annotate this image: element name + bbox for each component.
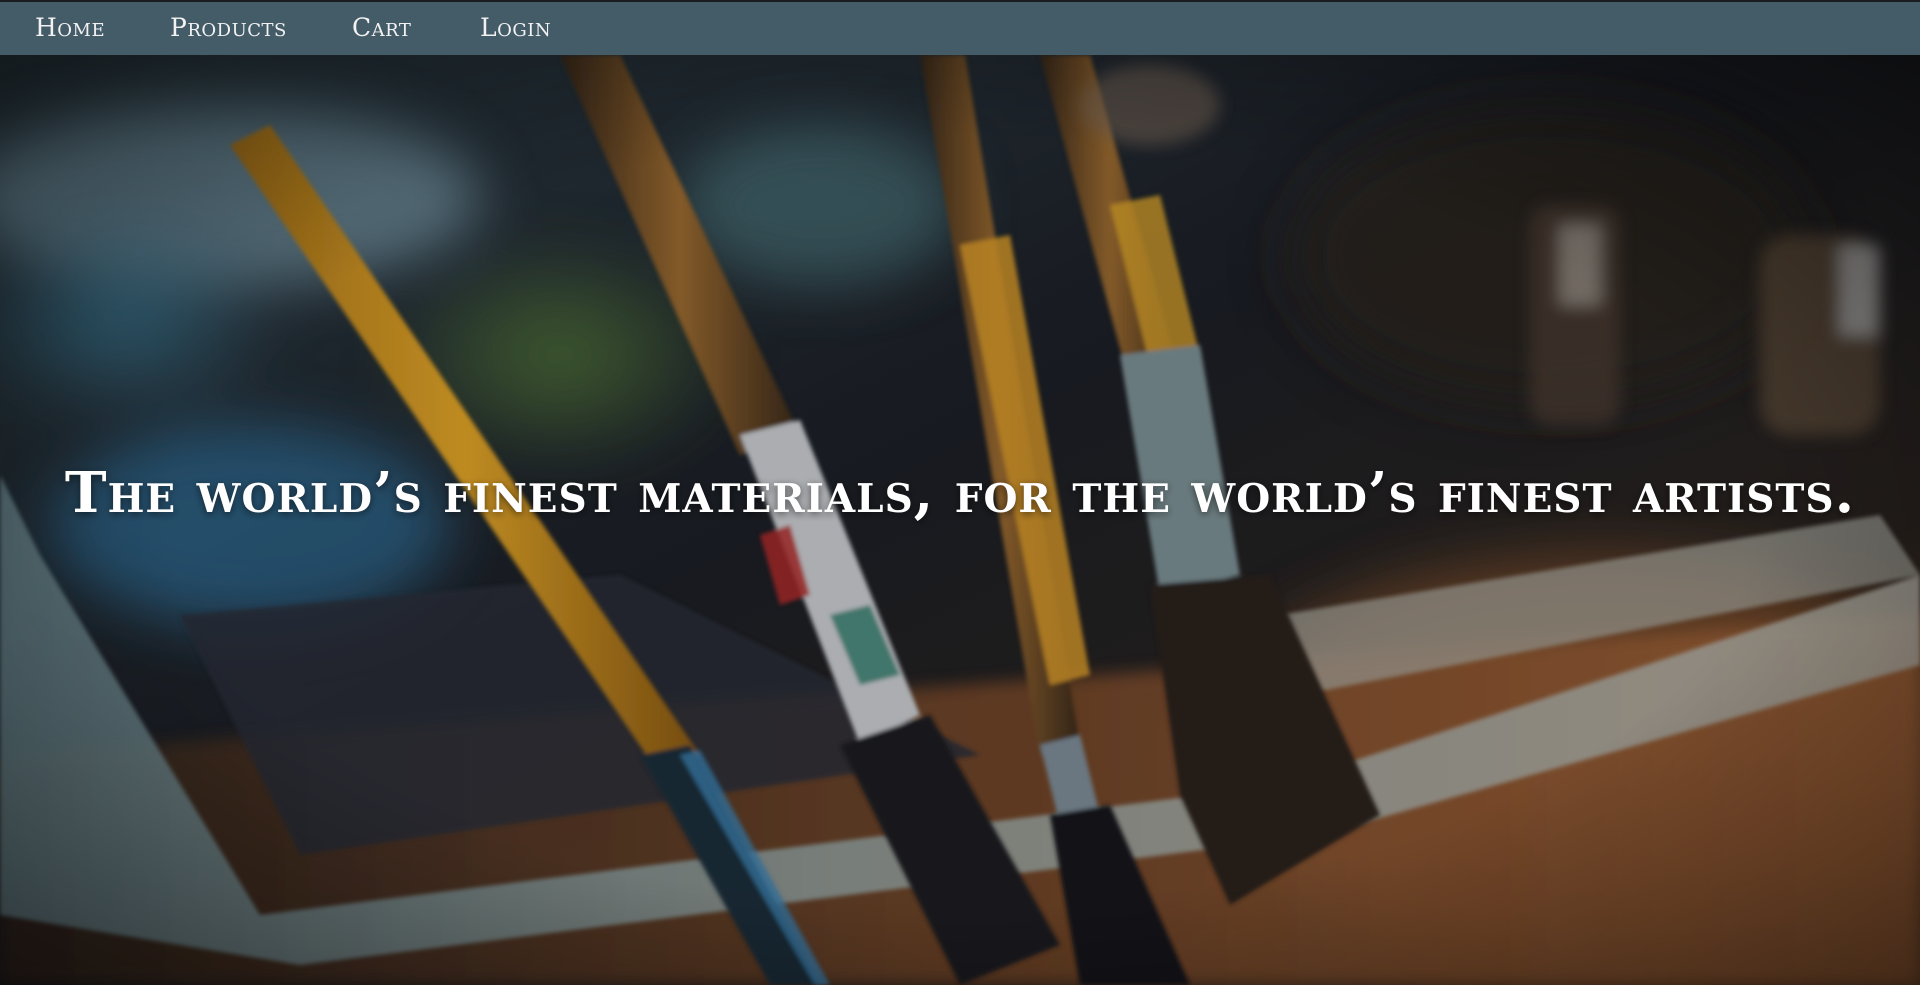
nav-link-home[interactable]: Home [35, 13, 105, 42]
nav-link-cart[interactable]: Cart [352, 13, 411, 42]
hero-section: The world’s finest materials, for the wo… [0, 55, 1920, 985]
top-navigation-bar: Home Products Cart Login [0, 2, 1920, 55]
nav-link-login[interactable]: Login [480, 13, 551, 42]
nav-link-products[interactable]: Products [170, 13, 287, 42]
hero-tagline: The world’s finest materials, for the wo… [64, 460, 1856, 526]
